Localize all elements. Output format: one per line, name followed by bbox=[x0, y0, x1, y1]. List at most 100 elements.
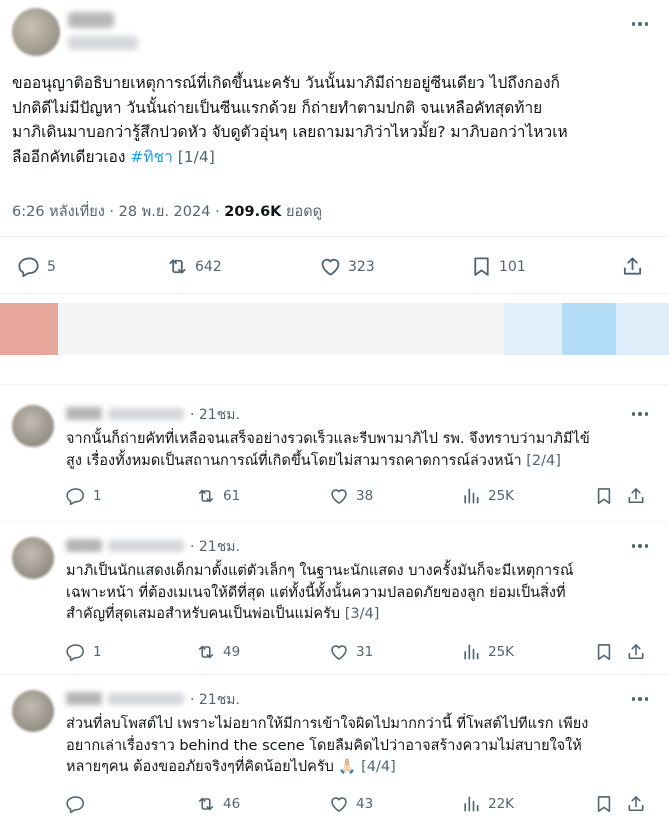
reply-author-avatar[interactable] bbox=[12, 537, 54, 579]
views-button[interactable]: 25K bbox=[461, 642, 514, 662]
like-button[interactable]: 31 bbox=[329, 642, 373, 662]
like-button[interactable]: 38 bbox=[329, 486, 373, 506]
tweet-meta: 6:26 หลังเที่ยง · 28 พ.ย. 2024 · 209.6K … bbox=[12, 200, 322, 223]
reply-button[interactable] bbox=[66, 794, 93, 814]
reply-author-avatar[interactable] bbox=[12, 690, 54, 732]
more-options-icon[interactable] bbox=[628, 406, 652, 422]
heart-icon bbox=[329, 486, 349, 506]
divider bbox=[0, 236, 669, 237]
repost-button[interactable]: 49 bbox=[196, 642, 240, 662]
reply-actions: 1 61 38 25K bbox=[0, 486, 669, 508]
media-block bbox=[616, 303, 669, 355]
bookmark-button[interactable]: 101 bbox=[470, 255, 526, 278]
bookmark-count: 101 bbox=[499, 258, 526, 275]
reply-count: 1 bbox=[93, 644, 102, 660]
reply-body: ส่วนที่ลบโพสต์ไป เพราะไม่อยากให้มีการเข้… bbox=[66, 716, 589, 775]
reply-timestamp[interactable]: · 21ชม. bbox=[190, 689, 240, 711]
bookmark-icon bbox=[594, 642, 614, 662]
like-count: 323 bbox=[348, 258, 375, 275]
repost-button[interactable]: 642 bbox=[166, 255, 222, 278]
views-count: 25K bbox=[488, 644, 515, 660]
repost-count: 46 bbox=[223, 796, 241, 812]
reply-bubble-icon bbox=[66, 486, 86, 506]
repost-arrows-icon bbox=[196, 486, 216, 506]
repost-arrows-icon bbox=[196, 794, 216, 814]
main-tweet-header bbox=[12, 8, 652, 60]
repost-button[interactable]: 61 bbox=[196, 486, 240, 506]
author-avatar[interactable] bbox=[12, 8, 60, 56]
like-count: 38 bbox=[356, 488, 374, 504]
reply-text: ส่วนที่ลบโพสต์ไป เพราะไม่อยากให้มีการเข้… bbox=[66, 714, 661, 779]
reply-author-handle-redacted[interactable] bbox=[108, 408, 184, 420]
divider bbox=[0, 384, 669, 385]
reply-bubble-icon bbox=[66, 642, 86, 662]
reply-author-name-redacted[interactable] bbox=[66, 539, 102, 552]
reply-button[interactable]: 1 bbox=[66, 642, 102, 662]
thread-page-marker: [3/4] bbox=[340, 606, 380, 622]
more-options-icon[interactable] bbox=[628, 538, 652, 554]
main-tweet-text: ขออนุญาติอธิบายเหตุการณ์ที่เกิดขึ้นนะครั… bbox=[12, 71, 660, 169]
views-label: ยอดดู bbox=[281, 204, 323, 220]
share-button[interactable] bbox=[621, 255, 644, 278]
reply-button[interactable]: 1 bbox=[66, 486, 102, 506]
media-block bbox=[58, 303, 504, 355]
repost-count: 642 bbox=[195, 258, 222, 275]
more-options-icon[interactable] bbox=[628, 16, 652, 32]
bookmark-button[interactable] bbox=[594, 486, 614, 506]
reply-bubble-icon bbox=[66, 794, 86, 814]
reply-actions: 46 43 22K bbox=[0, 794, 669, 816]
like-count: 31 bbox=[356, 644, 374, 660]
reply-actions: 1 49 31 25K bbox=[0, 642, 669, 664]
share-button[interactable] bbox=[626, 642, 646, 662]
media-block bbox=[504, 303, 562, 355]
thread-page-marker: [4/4] bbox=[356, 759, 396, 775]
analytics-bars-icon bbox=[461, 794, 481, 814]
bookmark-button[interactable] bbox=[594, 642, 614, 662]
reply-count: 5 bbox=[47, 258, 56, 275]
reply-author-name-redacted[interactable] bbox=[66, 407, 102, 420]
share-upload-icon bbox=[626, 794, 646, 814]
analytics-bars-icon bbox=[461, 642, 481, 662]
divider bbox=[0, 293, 669, 294]
heart-icon bbox=[319, 255, 342, 278]
bookmark-icon bbox=[594, 486, 614, 506]
media-block bbox=[0, 303, 58, 355]
like-button[interactable]: 323 bbox=[319, 255, 375, 278]
repost-arrows-icon bbox=[196, 642, 216, 662]
reply-timestamp[interactable]: · 21ชม. bbox=[190, 404, 240, 426]
more-options-icon[interactable] bbox=[628, 691, 652, 707]
views-button[interactable]: 25K bbox=[461, 486, 514, 506]
author-handle-redacted[interactable] bbox=[68, 36, 138, 50]
share-button[interactable] bbox=[626, 794, 646, 814]
tweet-timestamp[interactable]: 6:26 หลังเที่ยง · 28 พ.ย. 2024 · bbox=[12, 204, 224, 220]
reply-count: 1 bbox=[93, 488, 102, 504]
hashtag-link[interactable]: #ทิชา bbox=[130, 148, 172, 166]
thread-page-marker: [1/4] bbox=[172, 147, 215, 166]
views-count: 22K bbox=[488, 796, 515, 812]
reply-timestamp[interactable]: · 21ชม. bbox=[190, 536, 240, 558]
reply-author-name-redacted[interactable] bbox=[66, 692, 102, 705]
repost-count: 49 bbox=[223, 644, 241, 660]
bookmark-button[interactable] bbox=[594, 794, 614, 814]
analytics-bars-icon bbox=[461, 486, 481, 506]
thread-page-marker: [2/4] bbox=[521, 452, 561, 469]
share-button[interactable] bbox=[626, 486, 646, 506]
share-upload-icon bbox=[626, 486, 646, 506]
divider bbox=[0, 674, 669, 675]
views-button[interactable]: 22K bbox=[461, 794, 514, 814]
repost-button[interactable]: 46 bbox=[196, 794, 240, 814]
views-count: 209.6K bbox=[224, 204, 282, 220]
divider bbox=[0, 521, 669, 522]
like-button[interactable]: 43 bbox=[329, 794, 373, 814]
reply-author-handle-redacted[interactable] bbox=[108, 693, 184, 705]
author-name-redacted[interactable] bbox=[68, 12, 114, 28]
main-tweet-actions: 5 642 323 101 bbox=[0, 250, 669, 284]
reply-author-handle-redacted[interactable] bbox=[108, 540, 184, 552]
reply-author-avatar[interactable] bbox=[12, 405, 54, 447]
reply-text: จากนั้นก็ถ่ายคัทที่เหลือจนเสร็จอย่างรวดเ… bbox=[66, 429, 661, 472]
reply-body: มาภิเป็นนักแสดงเด็กมาตั้งแต่ตัวเล็กๆ ในฐ… bbox=[66, 563, 574, 622]
heart-icon bbox=[329, 794, 349, 814]
reply-button[interactable]: 5 bbox=[18, 255, 56, 278]
repost-arrows-icon bbox=[166, 255, 189, 278]
like-count: 43 bbox=[356, 796, 374, 812]
